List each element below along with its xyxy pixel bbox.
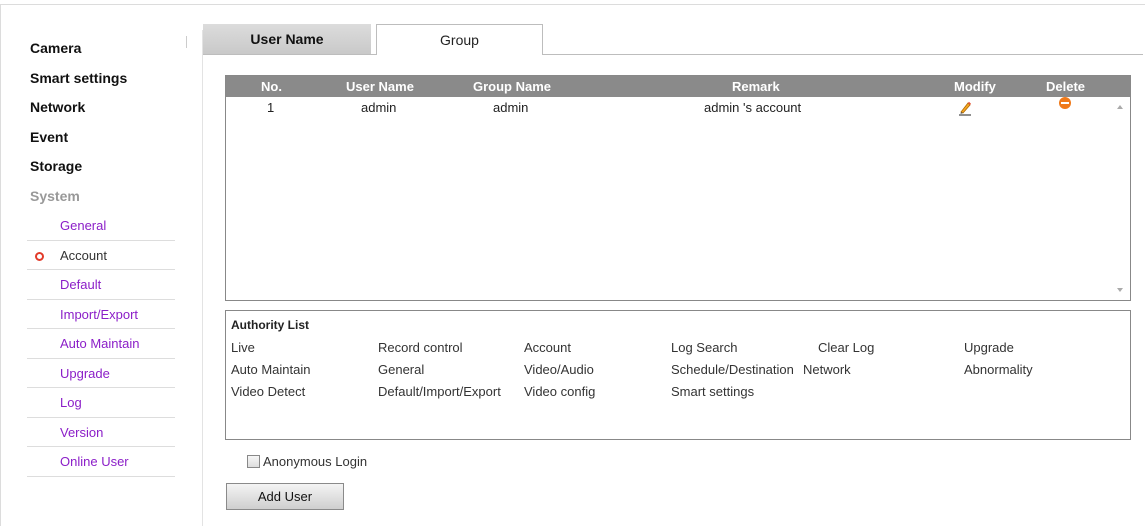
scroll-down-icon[interactable] (1117, 288, 1123, 292)
column-header-no: No. (261, 79, 282, 94)
tab-user-name[interactable]: User Name (203, 24, 371, 54)
cell-remark: admin 's account (704, 100, 802, 115)
authority-item: Network (803, 362, 851, 377)
user-table: No. User Name Group Name Remark Modify D… (225, 75, 1131, 301)
active-indicator-icon (35, 251, 44, 261)
sidebar-section-system[interactable]: System (30, 182, 175, 212)
authority-item: Live (231, 340, 255, 355)
authority-item: Clear Log (818, 340, 875, 355)
sidebar-item-upgrade[interactable]: Upgrade (27, 359, 175, 388)
sidebar-item-label: Upgrade (60, 365, 110, 381)
authority-item: Account (524, 340, 571, 355)
authority-item: General (378, 362, 425, 377)
authority-item: Video/Audio (524, 362, 594, 377)
tab-group[interactable]: Group (376, 24, 543, 55)
sidebar-item-label: Default (60, 277, 102, 292)
cell-user-name: admin (361, 100, 397, 115)
frame-left-border (0, 4, 1, 526)
tab-bar: User Name Group (203, 24, 1143, 55)
scroll-up-icon[interactable] (1117, 105, 1123, 109)
sidebar-item-label: General (60, 218, 107, 233)
column-header-delete: Delete (1046, 79, 1086, 94)
sidebar-submenu-system: General Account Default Import/Export Au… (27, 211, 175, 477)
table-header: No. User Name Group Name Remark Modify D… (226, 76, 1130, 97)
authority-list-panel: Authority List Live Record control Accou… (225, 310, 1131, 440)
authority-item: Abnormality (964, 362, 1033, 377)
authority-item: Auto Maintain (231, 362, 311, 377)
anonymous-login-label: Anonymous Login (263, 454, 368, 469)
authority-item: Default/Import/Export (378, 384, 501, 399)
sidebar-nav: Camera Smart settings Network Event Stor… (27, 34, 175, 477)
table-scrollbar[interactable] (1113, 97, 1130, 300)
sidebar-item-general[interactable]: General (27, 211, 175, 241)
sidebar-item-event[interactable]: Event (30, 123, 175, 153)
authority-item: Record control (378, 340, 463, 355)
authority-item: Smart settings (671, 384, 755, 399)
column-header-group-name: Group Name (473, 79, 552, 94)
authority-list-title: Authority List (231, 318, 309, 332)
edit-pencil-icon[interactable] (957, 100, 973, 116)
content-divider (202, 30, 203, 526)
authority-item: Log Search (671, 340, 738, 355)
add-user-button[interactable]: Add User (226, 483, 344, 510)
cell-no: 1 (267, 100, 275, 115)
sidebar-item-storage[interactable]: Storage (30, 152, 175, 182)
sidebar-item-import-export[interactable]: Import/Export (27, 300, 175, 329)
authority-item: Schedule/Destination (671, 362, 794, 377)
delete-circle-icon[interactable] (1059, 97, 1071, 109)
sidebar-item-label: Version (60, 424, 104, 440)
column-header-remark: Remark (732, 79, 780, 94)
sidebar-item-label: Log (60, 395, 82, 410)
sidebar-item-label: Auto Maintain (60, 336, 140, 351)
sidebar-item-online-user[interactable]: Online User (27, 447, 175, 477)
sidebar-item-network[interactable]: Network (30, 93, 175, 123)
authority-item: Upgrade (964, 340, 1014, 355)
sidebar-item-label: Online User (60, 454, 129, 469)
sidebar-item-default[interactable]: Default (27, 270, 175, 300)
sidebar-item-label: Account (60, 247, 107, 263)
sidebar-item-camera[interactable]: Camera (30, 34, 175, 64)
anonymous-login-checkbox[interactable] (247, 455, 260, 468)
sidebar-item-auto-maintain[interactable]: Auto Maintain (27, 329, 175, 359)
cell-group-name: admin (493, 100, 529, 115)
frame-top-border (0, 4, 1145, 5)
sidebar-item-label: Import/Export (60, 306, 139, 322)
sidebar-item-log[interactable]: Log (27, 388, 175, 418)
column-header-user-name: User Name (346, 79, 414, 94)
sidebar-item-account[interactable]: Account (27, 241, 175, 270)
sidebar-separator (186, 36, 187, 48)
table-row[interactable]: 1 admin admin admin 's account (226, 97, 1130, 119)
sidebar-item-smart-settings[interactable]: Smart settings (30, 64, 175, 94)
authority-item: Video Detect (231, 384, 306, 399)
authority-item: Video config (524, 384, 596, 399)
sidebar-item-version[interactable]: Version (27, 418, 175, 447)
column-header-modify: Modify (954, 79, 996, 94)
anonymous-login-option[interactable]: Anonymous Login (247, 454, 367, 469)
